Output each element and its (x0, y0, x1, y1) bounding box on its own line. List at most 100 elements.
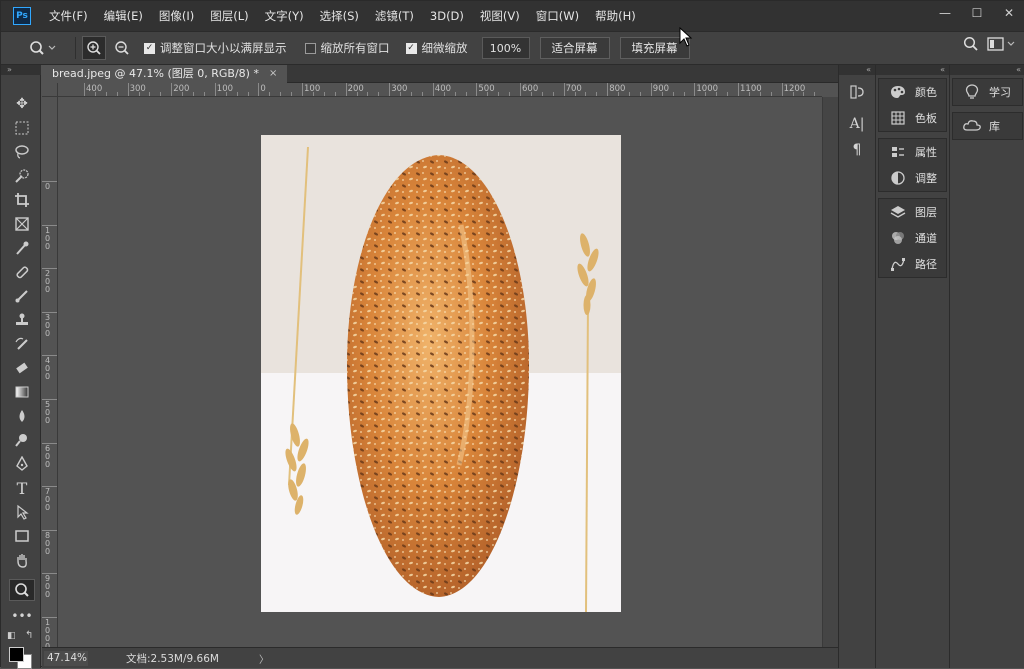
paragraph-panel-icon[interactable]: ¶ (839, 137, 875, 163)
paths-panel-label: 路径 (915, 258, 937, 271)
toolbar-collapse-icon[interactable]: » (1, 65, 41, 75)
swatches-panel-tab[interactable]: 色板 (879, 105, 946, 131)
more-tools-icon[interactable]: ••• (9, 605, 35, 627)
document-tab[interactable]: bread.jpeg @ 47.1% (图层 0, RGB/8) * × (42, 65, 288, 83)
ruler-minor-tick (443, 92, 445, 96)
menu-filter[interactable]: 滤镜(T) (367, 1, 422, 31)
gradient-tool-icon[interactable] (9, 381, 35, 403)
character-panel-icon[interactable]: A| (839, 111, 875, 137)
fit-screen-button[interactable]: 适合屏幕 (539, 37, 610, 59)
canvas-area[interactable] (58, 97, 822, 647)
scrubby-zoom-checkbox[interactable]: ✓ 细微缩放 (405, 40, 468, 56)
document-tab-title: bread.jpeg @ 47.1% (图层 0, RGB/8) * (52, 67, 259, 80)
resize-windows-checkbox[interactable]: ✓ 调整窗口大小以满屏显示 (144, 40, 287, 56)
ruler-minor-tick (498, 92, 500, 96)
ruler-major-tick (42, 355, 57, 357)
ruler-origin[interactable] (42, 83, 58, 97)
adjustments-panel-tab[interactable]: 调整 (879, 165, 946, 191)
zoom-all-windows-checkbox[interactable]: 缩放所有窗口 (304, 40, 390, 56)
marquee-tool-icon[interactable] (9, 117, 35, 139)
type-tool-icon[interactable]: T (9, 477, 35, 499)
dock-collapse-icon[interactable]: « (839, 65, 875, 75)
properties-panel-tab[interactable]: 属性 (879, 139, 946, 165)
menu-file[interactable]: 文件(F) (41, 1, 96, 31)
zoom-level-field[interactable]: 47.14% (44, 650, 88, 666)
zoom-in-button[interactable] (82, 36, 106, 60)
color-panel-tab[interactable]: 颜色 (879, 79, 946, 105)
history-panel-icon[interactable] (839, 79, 875, 105)
brush-tool-icon[interactable] (9, 285, 35, 307)
ruler-major-tick (520, 83, 521, 96)
frame-tool-icon[interactable] (9, 213, 35, 235)
ruler-v-label: 200 (44, 269, 51, 295)
layers-panel-label: 图层 (915, 206, 937, 219)
ruler-minor-tick (661, 92, 663, 96)
ruler-v-label: 300 (44, 312, 51, 338)
close-tab-icon[interactable]: × (269, 65, 277, 83)
ruler-minor-tick (629, 92, 630, 96)
libraries-panel-tab[interactable]: 库 (953, 113, 1022, 139)
crop-tool-icon[interactable] (9, 189, 35, 211)
close-button[interactable]: ✕ (993, 1, 1024, 25)
menu-3d[interactable]: 3D(D) (422, 1, 472, 31)
horizontal-ruler[interactable]: 400 300 200 100 0 100 200 300 400 500 600 700 800 900… (58, 83, 822, 97)
menu-view[interactable]: 视图(V) (472, 1, 528, 31)
menu-image[interactable]: 图像(I) (151, 1, 202, 31)
menu-window[interactable]: 窗口(W) (528, 1, 587, 31)
ruler-major-tick (345, 83, 347, 96)
minimize-button[interactable]: — (929, 1, 961, 25)
ruler-v-label: 700 (44, 487, 51, 513)
dock-collapse-icon[interactable]: « (950, 65, 1024, 75)
options-bar: ✓ 调整窗口大小以满屏显示 缩放所有窗口 ✓ 细微缩放 100% 适合屏幕 填充… (1, 31, 1024, 65)
menu-edit[interactable]: 编辑(E) (96, 1, 151, 31)
search-icon[interactable] (963, 36, 979, 52)
vertical-scrollbar[interactable] (822, 97, 838, 647)
status-menu-arrow-icon[interactable]: 〉 (259, 651, 269, 666)
maximize-button[interactable]: ☐ (961, 1, 993, 25)
dock-collapse-icon[interactable]: « (876, 65, 949, 75)
history-brush-tool-icon[interactable] (9, 333, 35, 355)
vertical-ruler[interactable]: 0 100 200 300 400 500 600 700 800 900 1000 (42, 97, 58, 647)
menu-layer[interactable]: 图层(L) (202, 1, 256, 31)
paths-panel-tab[interactable]: 路径 (879, 251, 946, 277)
learn-panel-tab[interactable]: 学习 (953, 79, 1022, 105)
blur-tool-icon[interactable] (9, 405, 35, 427)
pen-tool-icon[interactable] (9, 453, 35, 475)
zoom-in-icon (87, 41, 101, 55)
ruler-h-label: 1100 (740, 84, 762, 94)
move-tool-icon[interactable]: ✥ (9, 93, 35, 115)
document-size-info[interactable]: 文档:2.53M/9.66M (126, 651, 219, 666)
layers-panel-tab[interactable]: 图层 (879, 199, 946, 225)
foreground-color-swatch[interactable] (9, 647, 24, 662)
channels-panel-tab[interactable]: 通道 (879, 225, 946, 251)
healing-brush-tool-icon[interactable] (9, 261, 35, 283)
menu-type[interactable]: 文字(Y) (257, 1, 312, 31)
zoom-100-button[interactable]: 100% (481, 37, 530, 59)
tool-preset-picker[interactable] (19, 35, 69, 61)
swap-colors-icon[interactable]: ↰ (25, 630, 33, 641)
bread-photo[interactable] (261, 135, 621, 612)
quick-select-tool-icon[interactable] (9, 165, 35, 187)
default-colors-icon[interactable]: ◧ (7, 631, 16, 641)
zoom-out-button[interactable] (110, 36, 134, 60)
zoom-tool-icon[interactable] (9, 579, 35, 601)
zoom-all-windows-label: 缩放所有窗口 (320, 41, 390, 55)
rectangle-tool-icon[interactable] (9, 525, 35, 547)
lightbulb-icon (963, 83, 981, 101)
ruler-minor-tick (236, 92, 238, 96)
bread-image (261, 135, 621, 612)
ruler-minor-tick (116, 92, 118, 96)
eraser-tool-icon[interactable] (9, 357, 35, 379)
hand-tool-icon[interactable] (9, 549, 35, 571)
eyedropper-tool-icon[interactable] (9, 237, 35, 259)
menu-select[interactable]: 选择(S) (312, 1, 367, 31)
clone-stamp-tool-icon[interactable] (9, 309, 35, 331)
dodge-tool-icon[interactable] (9, 429, 35, 451)
ruler-minor-tick (639, 92, 641, 96)
ruler-major-tick (650, 83, 652, 96)
workspace-switcher-icon[interactable] (987, 36, 1017, 52)
path-select-tool-icon[interactable] (9, 501, 35, 523)
lasso-tool-icon[interactable] (9, 141, 35, 163)
menu-help[interactable]: 帮助(H) (587, 1, 644, 31)
color-swatches[interactable] (9, 647, 39, 669)
